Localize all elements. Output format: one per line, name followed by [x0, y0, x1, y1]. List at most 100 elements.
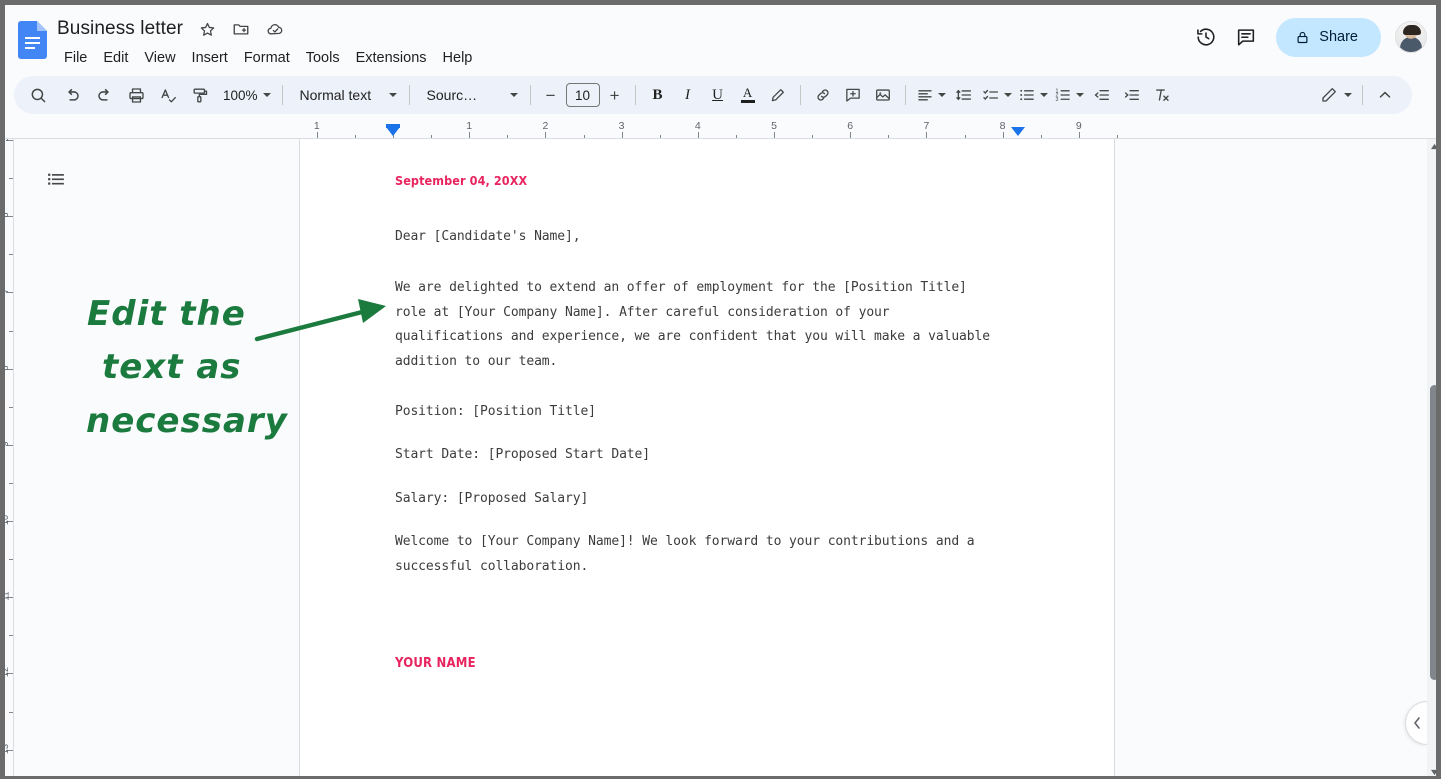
font-family-selector[interactable]: Sourc… [417, 81, 523, 109]
pencil-icon [1320, 86, 1338, 104]
numbered-list-icon[interactable]: 1 2 3 [1051, 81, 1087, 109]
highlight-pen-icon[interactable] [763, 81, 793, 109]
window-edge-top [0, 0, 1441, 5]
google-docs-window: Business letter [0, 0, 1441, 779]
font-size-input[interactable] [566, 83, 600, 107]
chevron-down-icon [1040, 93, 1048, 97]
text-color-label: A [743, 87, 752, 99]
undo-icon[interactable] [58, 81, 86, 109]
menu-extensions[interactable]: Extensions [348, 47, 435, 69]
menu-bar: File Edit View Insert Format Tools Exten… [56, 47, 480, 69]
toolbar-divider [800, 85, 801, 105]
vruler-tick [9, 254, 13, 255]
chevron-down-icon [389, 93, 397, 97]
document-outline-icon[interactable] [36, 159, 76, 199]
ruler-number: 9 [1076, 120, 1082, 132]
zoom-level-selector[interactable]: 100% [214, 81, 275, 109]
letter-detail-salary: Salary: [Proposed Salary] [395, 487, 1025, 511]
menu-view[interactable]: View [136, 47, 183, 69]
increase-indent-icon[interactable] [1117, 81, 1147, 109]
move-to-folder-icon[interactable] [231, 19, 251, 39]
collapse-toolbar-button[interactable] [1370, 81, 1400, 109]
lock-icon [1295, 29, 1310, 46]
checklist-icon[interactable] [979, 81, 1015, 109]
menu-tools[interactable]: Tools [298, 47, 348, 69]
letter-detail-position: Position: [Position Title] [395, 400, 1025, 424]
insert-link-icon[interactable] [808, 81, 838, 109]
left-indent-marker[interactable] [386, 127, 400, 136]
page-title[interactable]: Business letter [57, 17, 183, 41]
menu-edit[interactable]: Edit [95, 47, 136, 69]
redo-icon[interactable] [90, 81, 118, 109]
horizontal-ruler[interactable]: 1123456789 [0, 119, 1441, 139]
editing-mode-button[interactable] [1317, 81, 1355, 109]
spellcheck-icon[interactable] [154, 81, 182, 109]
bulleted-list-icon[interactable] [1015, 81, 1051, 109]
underline-button[interactable]: U [703, 81, 733, 109]
toolbar-divider [282, 85, 283, 105]
ruler-number: 8 [1000, 120, 1006, 132]
insert-image-icon[interactable] [868, 81, 898, 109]
avatar[interactable] [1395, 21, 1427, 53]
menu-format[interactable]: Format [236, 47, 298, 69]
menu-file[interactable]: File [56, 47, 95, 69]
chevron-up-icon [1376, 86, 1394, 104]
clear-formatting-icon[interactable] [1147, 81, 1177, 109]
document-body[interactable]: September 04, 20XX Dear [Candidate's Nam… [395, 173, 1025, 671]
align-left-icon[interactable] [913, 81, 949, 109]
italic-label: I [685, 87, 690, 104]
menu-insert[interactable]: Insert [184, 47, 236, 69]
underline-label: U [712, 87, 723, 104]
line-spacing-icon[interactable] [949, 81, 979, 109]
share-button[interactable]: Share [1276, 18, 1381, 57]
letter-signature: YOUR NAME [395, 656, 1025, 671]
share-button-label: Share [1319, 29, 1358, 45]
window-edge-right [1436, 0, 1441, 779]
formatting-toolbar: 100% Normal text Sourc… − + B I U [14, 76, 1412, 114]
toolbar-divider [635, 85, 636, 105]
toolbar-divider [409, 85, 410, 105]
print-icon[interactable] [122, 81, 150, 109]
paragraph-style-selector[interactable]: Normal text [290, 81, 402, 109]
font-size-stepper: − + [538, 82, 628, 108]
vruler-tick [9, 559, 13, 560]
chevron-down-icon [1344, 93, 1352, 97]
vruler-tick [9, 635, 13, 636]
letter-paragraph-1: We are delighted to extend an offer of e… [395, 276, 1025, 374]
zoom-value: 100% [223, 88, 258, 103]
bold-button[interactable]: B [643, 81, 673, 109]
toolbar-divider [530, 85, 531, 105]
menu-help[interactable]: Help [435, 47, 481, 69]
cloud-saved-icon[interactable] [265, 19, 285, 39]
chevron-left-icon [1412, 716, 1422, 730]
decrease-indent-icon[interactable] [1087, 81, 1117, 109]
app-header: Business letter [0, 0, 1441, 74]
document-canvas: September 04, 20XX Dear [Candidate's Nam… [14, 139, 1427, 779]
decrease-font-size-button[interactable]: − [538, 82, 564, 108]
ruler-number: 1 [314, 120, 320, 132]
vruler-tick [9, 178, 13, 179]
star-icon[interactable] [197, 19, 217, 39]
document-page[interactable]: September 04, 20XX Dear [Candidate's Nam… [299, 139, 1115, 779]
text-color-swatch [741, 100, 755, 103]
comment-icon[interactable] [1226, 17, 1266, 57]
window-edge-left [0, 0, 5, 779]
font-family-value: Sourc… [427, 87, 478, 103]
title-and-menu: Business letter [57, 16, 480, 69]
paragraph-style-value: Normal text [300, 87, 372, 103]
italic-button[interactable]: I [673, 81, 703, 109]
paint-format-icon[interactable] [186, 81, 214, 109]
bold-label: B [653, 87, 663, 104]
ruler-number: 2 [542, 120, 548, 132]
text-color-button[interactable]: A [733, 81, 763, 109]
ruler-number: 3 [619, 120, 625, 132]
history-icon[interactable] [1186, 17, 1226, 57]
increase-font-size-button[interactable]: + [602, 82, 628, 108]
annotation-line-3: necessary [86, 394, 288, 448]
right-indent-marker[interactable] [1011, 127, 1025, 136]
add-comment-icon[interactable] [838, 81, 868, 109]
search-icon[interactable] [24, 81, 52, 109]
toolbar-divider [905, 85, 906, 105]
letter-salutation: Dear [Candidate's Name], [395, 225, 1025, 249]
vruler-tick [9, 331, 13, 332]
